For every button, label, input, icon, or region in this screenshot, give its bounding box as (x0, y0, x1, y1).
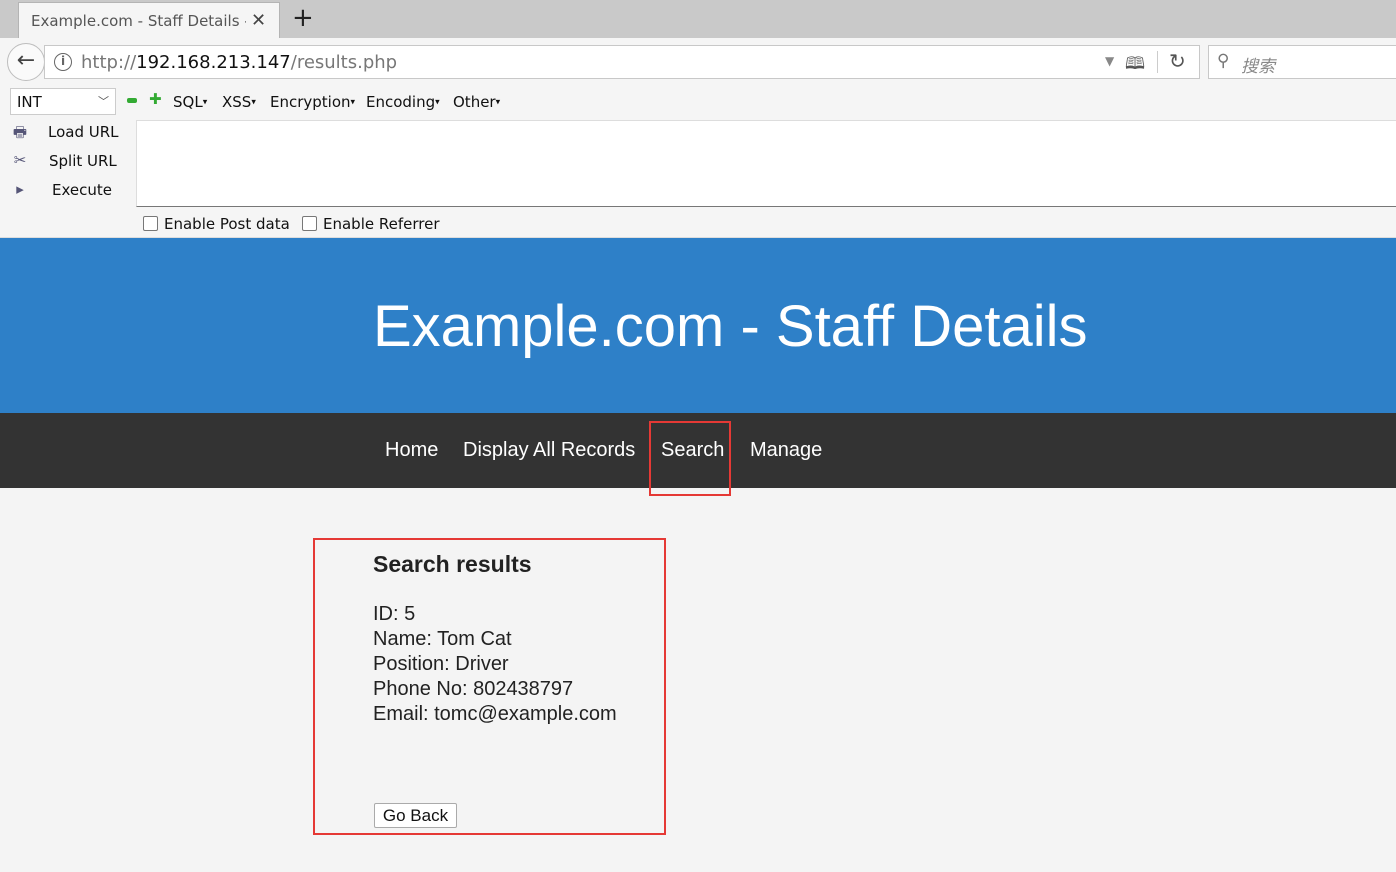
split-url-label: Split URL (49, 152, 117, 170)
menu-other[interactable]: Other▾ (453, 93, 500, 111)
nav-home[interactable]: Home (385, 439, 438, 462)
result-phone: Phone No: 802438797 (373, 678, 574, 700)
load-url-label: Load URL (48, 123, 119, 141)
close-tab-icon[interactable]: ✕ (251, 10, 266, 31)
enable-post-checkbox[interactable]: Enable Post data (143, 215, 290, 233)
url-text: http://192.168.213.147/results.php (81, 52, 397, 73)
menu-encoding[interactable]: Encoding▾ (366, 93, 440, 111)
checkbox-box[interactable] (143, 216, 158, 231)
reader-view-icon[interactable]: 🕮 (1125, 51, 1145, 80)
site-header: Example.com - Staff Details (0, 238, 1396, 413)
nav-display-all-records[interactable]: Display All Records (463, 439, 635, 462)
split-url-button[interactable]: ✂ Split URL (10, 149, 130, 175)
arrow-left-icon: ← (16, 48, 36, 73)
url-scheme: http:// (81, 52, 137, 73)
tab-bar: Example.com - Staff Details - ✕ + (0, 0, 1396, 38)
nav-manage[interactable]: Manage (750, 439, 822, 462)
result-position: Position: Driver (373, 653, 509, 675)
url-host: 192.168.213.147 (136, 52, 291, 73)
browser-tab[interactable]: Example.com - Staff Details - ✕ (18, 2, 280, 38)
menu-xss[interactable]: XSS▾ (222, 93, 256, 111)
address-bar[interactable]: i http://192.168.213.147/results.php ▼ 🕮… (44, 45, 1200, 79)
search-highlight-box (649, 421, 731, 496)
search-icon: ⚲ (1217, 51, 1230, 71)
execute-label: Execute (52, 181, 112, 199)
increase-icon[interactable]: ✚ (149, 92, 162, 107)
scissors-icon: ✂ (13, 151, 27, 169)
encoding-select[interactable]: INT ﹀ (10, 88, 116, 115)
url-path: /results.php (290, 52, 398, 73)
tab-title: Example.com - Staff Details - (31, 12, 246, 30)
chevron-down-icon: ﹀ (98, 95, 109, 108)
url-dropdown-icon[interactable]: ▼ (1105, 54, 1114, 68)
go-back-button[interactable]: Go Back (374, 803, 457, 828)
search-placeholder: 搜索 (1241, 57, 1275, 77)
play-icon: ▸ (16, 180, 24, 198)
hackbar-panel: INT ﹀ ✚ SQL▾ XSS▾ Encryption▾ Encoding▾ … (0, 84, 1396, 238)
menu-sql[interactable]: SQL▾ (173, 93, 207, 111)
enable-referrer-checkbox[interactable]: Enable Referrer (302, 215, 439, 233)
menu-encryption[interactable]: Encryption▾ (270, 93, 355, 111)
divider (1157, 51, 1158, 73)
back-button[interactable]: ← (7, 43, 45, 81)
info-icon[interactable]: i (54, 53, 72, 71)
load-url-button[interactable]: 🖶 Load URL (10, 120, 130, 146)
browser-search-input[interactable]: ⚲ 搜索 (1208, 45, 1396, 79)
checkbox-box[interactable] (302, 216, 317, 231)
result-id: ID: 5 (373, 603, 416, 625)
new-tab-icon[interactable]: + (292, 4, 314, 32)
page-title: Example.com - Staff Details (373, 294, 1088, 359)
load-url-icon: 🖶 (12, 123, 28, 141)
decrease-icon[interactable] (127, 98, 137, 103)
reload-icon[interactable]: ↻ (1169, 49, 1186, 73)
execute-button[interactable]: ▸ Execute (10, 178, 130, 204)
results-heading: Search results (373, 551, 532, 577)
encoding-select-value: INT (17, 93, 42, 111)
result-email: Email: tomc@example.com (373, 703, 617, 725)
result-name: Name: Tom Cat (373, 628, 512, 650)
hackbar-url-textarea[interactable] (136, 120, 1396, 207)
browser-toolbar: ← i http://192.168.213.147/results.php ▼… (0, 38, 1396, 84)
